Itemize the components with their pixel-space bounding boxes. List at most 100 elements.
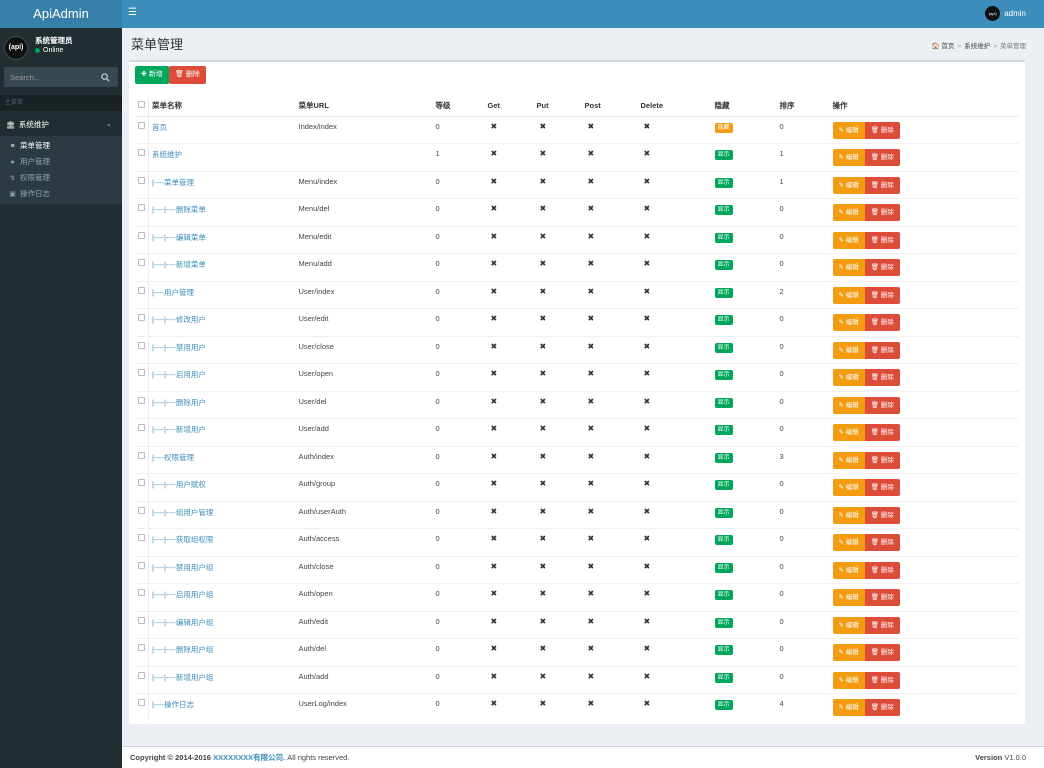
row-delete-button[interactable]: 🗑 删除 xyxy=(864,699,900,716)
menu-name-link[interactable]: |----|----编辑用户组 xyxy=(148,610,296,639)
menu-name-link[interactable]: |----|----用户赋权 xyxy=(148,473,296,501)
edit-button[interactable]: ✎ 编辑 xyxy=(832,616,865,634)
row-delete-button[interactable]: 🗑 删除 xyxy=(864,506,900,524)
select-all-checkbox[interactable] xyxy=(138,101,145,109)
row-checkbox[interactable] xyxy=(138,286,145,294)
row-delete-button[interactable]: 🗑 删除 xyxy=(864,149,900,166)
sidebar-group-system[interactable]: 🏛 系统维护 ⌄ xyxy=(0,115,122,135)
edit-button[interactable]: ✎ 编辑 xyxy=(832,176,865,194)
search-icon[interactable] xyxy=(101,73,110,82)
row-checkbox[interactable] xyxy=(138,699,145,706)
row-delete-button[interactable]: 🗑 删除 xyxy=(864,616,900,634)
row-delete-button[interactable]: 🗑 删除 xyxy=(864,451,900,469)
row-delete-button[interactable]: 🗑 删除 xyxy=(864,314,900,331)
edit-button[interactable]: ✎ 编辑 xyxy=(832,644,865,661)
row-delete-button[interactable]: 🗑 删除 xyxy=(864,424,900,441)
menu-name-link[interactable]: |----|----禁用用户组 xyxy=(148,555,296,584)
row-checkbox[interactable] xyxy=(138,616,145,624)
menu-name-link[interactable]: |----|----删除菜单 xyxy=(148,198,296,226)
menu-name-link[interactable]: |----权限管理 xyxy=(148,445,296,474)
add-button[interactable]: ✚ 新增 xyxy=(135,66,169,84)
row-delete-button[interactable]: 🗑 删除 xyxy=(864,286,900,304)
row-delete-button[interactable]: 🗑 删除 xyxy=(864,176,900,194)
sidebar-toggle-icon[interactable]: ☰ xyxy=(128,8,137,18)
menu-name-link[interactable]: |----操作日志 xyxy=(148,693,296,721)
edit-button[interactable]: ✎ 编辑 xyxy=(832,341,865,359)
edit-button[interactable]: ✎ 编辑 xyxy=(832,561,865,579)
sidebar-item-menu[interactable]: ≡ 菜单管理 xyxy=(0,138,122,154)
row-checkbox[interactable] xyxy=(138,314,145,321)
sidebar-item-users[interactable]: ● 用户管理 xyxy=(0,154,122,170)
menu-name-link[interactable]: 首页 xyxy=(148,115,296,144)
row-checkbox[interactable] xyxy=(138,396,145,404)
menu-name-link[interactable]: |----|----新增用户组 xyxy=(148,665,296,694)
row-delete-button[interactable]: 🗑 删除 xyxy=(864,204,900,221)
row-delete-button[interactable]: 🗑 删除 xyxy=(864,561,900,579)
row-checkbox[interactable] xyxy=(138,561,145,569)
breadcrumb-section[interactable]: 系统维护 xyxy=(964,43,990,50)
edit-button[interactable]: ✎ 编辑 xyxy=(832,149,865,166)
menu-name-link[interactable]: |----|----获取组权限 xyxy=(148,528,296,556)
menu-name-link[interactable]: |----|----组用户管理 xyxy=(148,500,296,529)
edit-button[interactable]: ✎ 编辑 xyxy=(832,479,865,496)
menu-name-link[interactable]: |----|----删除用户 xyxy=(148,390,296,419)
edit-button[interactable]: ✎ 编辑 xyxy=(832,259,865,276)
row-checkbox[interactable] xyxy=(138,369,145,376)
row-checkbox[interactable] xyxy=(138,589,145,596)
row-checkbox[interactable] xyxy=(138,424,145,431)
sidebar-item-log[interactable]: ▣ 操作日志 xyxy=(0,186,122,202)
row-checkbox[interactable] xyxy=(138,451,145,459)
menu-name-link[interactable]: |----|----启用用户 xyxy=(148,363,296,391)
row-delete-button[interactable]: 🗑 删除 xyxy=(864,341,900,359)
search-input[interactable] xyxy=(4,67,96,87)
row-delete-button[interactable]: 🗑 删除 xyxy=(864,259,900,276)
row-delete-button[interactable]: 🗑 删除 xyxy=(864,534,900,551)
edit-button[interactable]: ✎ 编辑 xyxy=(832,699,865,716)
menu-name-link[interactable]: |----|----修改用户 xyxy=(148,308,296,336)
edit-button[interactable]: ✎ 编辑 xyxy=(832,424,865,441)
breadcrumb-home[interactable]: 首页 xyxy=(941,43,954,50)
edit-button[interactable]: ✎ 编辑 xyxy=(832,369,865,386)
edit-button[interactable]: ✎ 编辑 xyxy=(832,231,865,249)
row-delete-button[interactable]: 🗑 删除 xyxy=(864,671,900,689)
menu-name-link[interactable]: |----菜单管理 xyxy=(148,170,296,199)
edit-button[interactable]: ✎ 编辑 xyxy=(832,204,865,221)
row-delete-button[interactable]: 🗑 删除 xyxy=(864,121,900,139)
menu-name-link[interactable]: |----用户管理 xyxy=(148,280,296,309)
edit-button[interactable]: ✎ 编辑 xyxy=(832,671,865,689)
row-delete-button[interactable]: 🗑 删除 xyxy=(864,479,900,496)
edit-button[interactable]: ✎ 编辑 xyxy=(832,314,865,331)
edit-button[interactable]: ✎ 编辑 xyxy=(832,396,865,414)
edit-button[interactable]: ✎ 编辑 xyxy=(832,451,865,469)
edit-button[interactable]: ✎ 编辑 xyxy=(832,589,865,606)
edit-button[interactable]: ✎ 编辑 xyxy=(832,534,865,551)
row-delete-button[interactable]: 🗑 删除 xyxy=(864,589,900,606)
row-delete-button[interactable]: 🗑 删除 xyxy=(864,231,900,249)
edit-button[interactable]: ✎ 编辑 xyxy=(832,506,865,524)
row-checkbox[interactable] xyxy=(138,644,145,651)
row-checkbox[interactable] xyxy=(138,121,145,129)
user-menu[interactable]: (api) admin xyxy=(985,6,1026,22)
row-checkbox[interactable] xyxy=(138,231,145,239)
menu-name-link[interactable]: |----|----编辑菜单 xyxy=(148,225,296,254)
menu-name-link[interactable]: |----|----启用用户组 xyxy=(148,583,296,611)
row-delete-button[interactable]: 🗑 删除 xyxy=(864,396,900,414)
menu-name-link[interactable]: |----|----新增菜单 xyxy=(148,253,296,281)
delete-button[interactable]: 🗑 删除 xyxy=(169,66,206,84)
row-checkbox[interactable] xyxy=(138,259,145,266)
row-checkbox[interactable] xyxy=(138,671,145,679)
row-delete-button[interactable]: 🗑 删除 xyxy=(864,369,900,386)
sidebar-item-auth[interactable]: ↯ 权限管理 xyxy=(0,170,122,186)
menu-name-link[interactable]: 系统维护 xyxy=(148,143,296,171)
row-checkbox[interactable] xyxy=(138,534,145,541)
menu-name-link[interactable]: |----|----新增用户 xyxy=(148,418,296,446)
edit-button[interactable]: ✎ 编辑 xyxy=(832,121,865,139)
company-link[interactable]: XXXXXXXX有限公司. xyxy=(213,753,285,762)
row-checkbox[interactable] xyxy=(138,479,145,486)
row-delete-button[interactable]: 🗑 删除 xyxy=(864,644,900,661)
app-logo[interactable]: ApiAdmin xyxy=(0,0,122,28)
row-checkbox[interactable] xyxy=(138,204,145,211)
row-checkbox[interactable] xyxy=(138,149,145,156)
menu-name-link[interactable]: |----|----删除用户组 xyxy=(148,638,296,666)
edit-button[interactable]: ✎ 编辑 xyxy=(832,286,865,304)
